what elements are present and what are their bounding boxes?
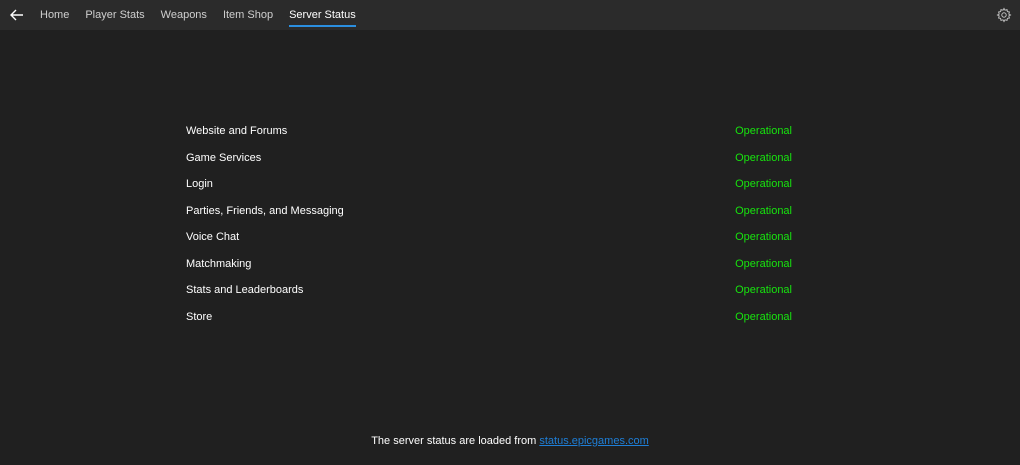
status-row: Game Services Operational — [186, 145, 792, 172]
service-name: Game Services — [186, 151, 262, 164]
service-name: Parties, Friends, and Messaging — [186, 204, 344, 217]
settings-button[interactable] — [996, 7, 1012, 23]
back-button[interactable] — [6, 4, 28, 26]
status-row: Matchmaking Operational — [186, 251, 792, 278]
status-row: Stats and Leaderboards Operational — [186, 277, 792, 304]
service-name: Store — [186, 310, 213, 323]
status-row: Store Operational — [186, 304, 792, 331]
tab-item-shop[interactable]: Item Shop — [223, 0, 273, 30]
service-name: Voice Chat — [186, 231, 240, 243]
server-status-list: Website and Forums Operational Game Serv… — [186, 118, 792, 330]
status-row: Website and Forums Operational — [186, 118, 792, 145]
tab-player-stats[interactable]: Player Stats — [85, 0, 144, 30]
footer-text: The server status are loaded from — [371, 435, 537, 447]
gear-icon — [996, 7, 1012, 23]
service-status: Operational — [735, 257, 792, 270]
service-status: Operational — [735, 310, 792, 323]
service-status: Operational — [735, 178, 792, 190]
tab-weapons[interactable]: Weapons — [161, 0, 207, 30]
nav-tabs: Home Player Stats Weapons Item Shop Serv… — [40, 0, 372, 30]
status-row: Login Operational — [186, 171, 792, 198]
service-name: Login — [186, 178, 213, 190]
footer-note: The server status are loaded from status… — [0, 435, 1020, 447]
tab-server-status[interactable]: Server Status — [289, 0, 356, 30]
service-status: Operational — [735, 125, 792, 137]
status-row: Voice Chat Operational — [186, 224, 792, 251]
back-arrow-icon — [10, 9, 23, 21]
service-name: Matchmaking — [186, 257, 252, 270]
service-status: Operational — [735, 204, 792, 217]
status-row: Parties, Friends, and Messaging Operatio… — [186, 198, 792, 225]
service-name: Website and Forums — [186, 125, 288, 137]
service-status: Operational — [735, 231, 792, 243]
status-source-link[interactable]: status.epicgames.com — [539, 435, 648, 447]
top-nav-bar: Home Player Stats Weapons Item Shop Serv… — [0, 0, 1020, 30]
tab-home[interactable]: Home — [40, 0, 69, 30]
service-status: Operational — [735, 284, 792, 296]
service-name: Stats and Leaderboards — [186, 284, 304, 296]
service-status: Operational — [735, 151, 792, 164]
